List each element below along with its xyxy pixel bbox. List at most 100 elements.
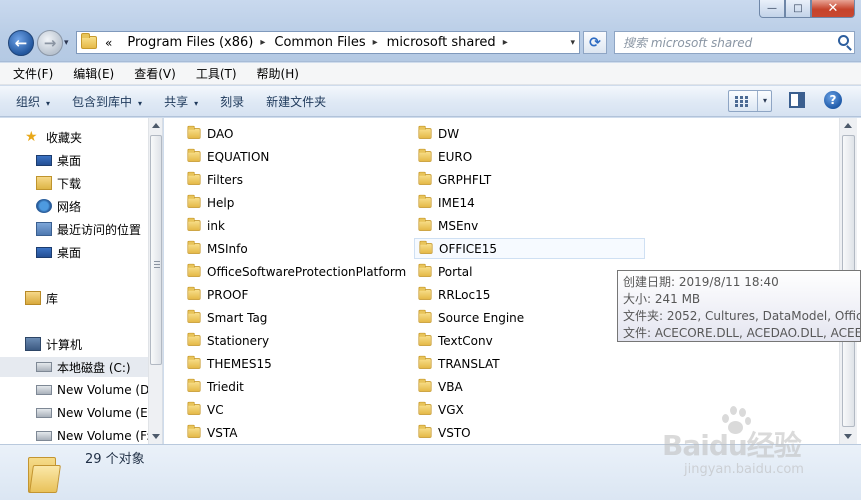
close-button[interactable]: ✕ [811,0,855,18]
folder-item[interactable]: IME14 [414,192,475,213]
nav-item-network[interactable]: 网络 [0,196,148,216]
folder-icon [418,263,432,277]
nav-item-desktop-2[interactable]: 桌面 [0,242,148,262]
folder-label: Source Engine [438,310,525,325]
scrollbar-thumb[interactable] [150,135,162,365]
back-button[interactable]: ← [8,30,34,56]
folder-icon [418,171,432,185]
folder-item[interactable]: OFFICE15 [414,238,645,259]
folder-item[interactable]: RRLoc15 [414,284,490,305]
network-icon [36,199,52,213]
folder-item[interactable]: TRANSLAT [414,353,500,374]
folder-item[interactable]: VGX [414,399,464,420]
breadcrumb-separator-icon[interactable]: ▸ [260,37,265,48]
folder-item[interactable]: DW [414,123,459,144]
item-count: 29 个对象 [85,452,145,467]
folder-item[interactable]: VSTO [414,422,471,443]
folder-item[interactable]: THEMES15 [183,353,272,374]
help-icon[interactable]: ? [824,91,842,109]
folder-label: Stationery [207,333,270,348]
menu-edit[interactable]: 编辑(E) [70,65,117,82]
folder-label: Smart Tag [207,310,268,325]
folder-item[interactable]: ink [183,215,225,236]
breadcrumb-program-files[interactable]: Program Files (x86) [127,35,253,50]
maximize-button[interactable]: □ [785,0,811,18]
breadcrumb-separator-icon[interactable]: ▸ [503,37,508,48]
search-input[interactable] [623,35,823,50]
nav-item-libraries[interactable]: 库 [0,288,148,308]
menu-file[interactable]: 文件(F) [10,65,56,82]
folder-item[interactable]: VC [183,399,224,420]
nav-item-favorites[interactable]: ★ 收藏夹 [0,127,148,147]
forward-button[interactable]: → [37,30,63,56]
search-box[interactable] [614,31,855,54]
folder-icon [187,171,201,185]
folder-item[interactable]: Help [183,192,234,213]
folder-item[interactable]: VSTA [183,422,237,443]
menu-help[interactable]: 帮助(H) [254,65,302,82]
organize-button[interactable]: 组织 ▾ [16,93,50,110]
chevron-down-icon[interactable]: ▾ [757,91,767,111]
folder-item[interactable]: TextConv [414,330,493,351]
nav-item-local-disk-c[interactable]: 本地磁盘 (C:) [0,357,148,377]
refresh-button[interactable]: ⟳ [583,31,607,54]
nav-item-volume-d[interactable]: New Volume (D [0,380,149,400]
folder-item[interactable]: GRPHFLT [414,169,491,190]
scroll-up-icon[interactable] [844,123,852,128]
folder-label: Help [207,195,235,210]
nav-item-downloads[interactable]: 下载 [0,173,148,193]
folder-icon [187,194,201,208]
folder-icon [187,378,201,392]
nav-item-desktop[interactable]: 桌面 [0,150,148,170]
change-view-button[interactable]: ▾ [728,90,772,112]
folder-item[interactable]: Smart Tag [183,307,267,328]
nav-item-computer[interactable]: 计算机 [0,334,148,354]
minimize-button[interactable]: — [759,0,785,18]
scroll-up-icon[interactable] [152,123,160,128]
breadcrumb-overflow-icon[interactable]: « [105,36,112,50]
folder-item[interactable]: Portal [414,261,472,282]
folder-item[interactable]: OfficeSoftwareProtectionPlatform [183,261,406,282]
recent-pages-dropdown[interactable]: ▾ [64,38,69,48]
folder-icon [187,286,201,300]
include-in-library-button[interactable]: 包含到库中 ▾ [72,93,142,110]
folder-item[interactable]: VBA [414,376,463,397]
folder-item[interactable]: EQUATION [183,146,269,167]
folder-item[interactable]: EURO [414,146,472,167]
folder-item[interactable]: DAO [183,123,233,144]
menu-view[interactable]: 查看(V) [131,65,179,82]
address-bar[interactable]: « Program Files (x86) ▸ Common Files ▸ m… [76,31,580,54]
breadcrumb-microsoft-shared[interactable]: microsoft shared [387,35,496,50]
nav-item-volume-f[interactable]: New Volume (F: [0,426,150,444]
nav-item-recent-places[interactable]: 最近访问的位置 [0,219,148,239]
search-icon[interactable] [838,35,849,46]
folder-item[interactable]: Filters [183,169,243,190]
folder-icon [187,424,201,438]
folder-icon [187,125,201,139]
burn-button[interactable]: 刻录 [220,93,244,110]
folder-item[interactable]: Source Engine [414,307,524,328]
folder-item[interactable]: PROOF [183,284,248,305]
preview-pane-button[interactable] [789,92,805,108]
scroll-down-icon[interactable] [152,434,160,439]
folder-item[interactable]: Triedit [183,376,244,397]
share-button[interactable]: 共享 ▾ [164,93,198,110]
menu-tools[interactable]: 工具(T) [193,65,240,82]
new-folder-button[interactable]: 新建文件夹 [266,93,326,110]
scroll-down-icon[interactable] [844,434,852,439]
address-history-dropdown[interactable]: ▾ [570,38,575,48]
folder-icon [187,148,201,162]
folder-item[interactable]: Stationery [183,330,269,351]
grip-icon [154,261,160,268]
folder-item[interactable]: MSEnv [414,215,478,236]
breadcrumb-common-files[interactable]: Common Files [274,35,365,50]
folder-icon [187,309,201,323]
nav-item-volume-e[interactable]: New Volume (E [0,403,148,423]
folder-icon [418,309,432,323]
folder-icon [28,453,62,493]
drive-icon [36,431,52,441]
nav-pane-scrollbar[interactable] [148,118,162,444]
folder-item[interactable]: MSInfo [183,238,248,259]
breadcrumb-separator-icon[interactable]: ▸ [373,37,378,48]
window-controls: — □ ✕ [759,0,855,18]
